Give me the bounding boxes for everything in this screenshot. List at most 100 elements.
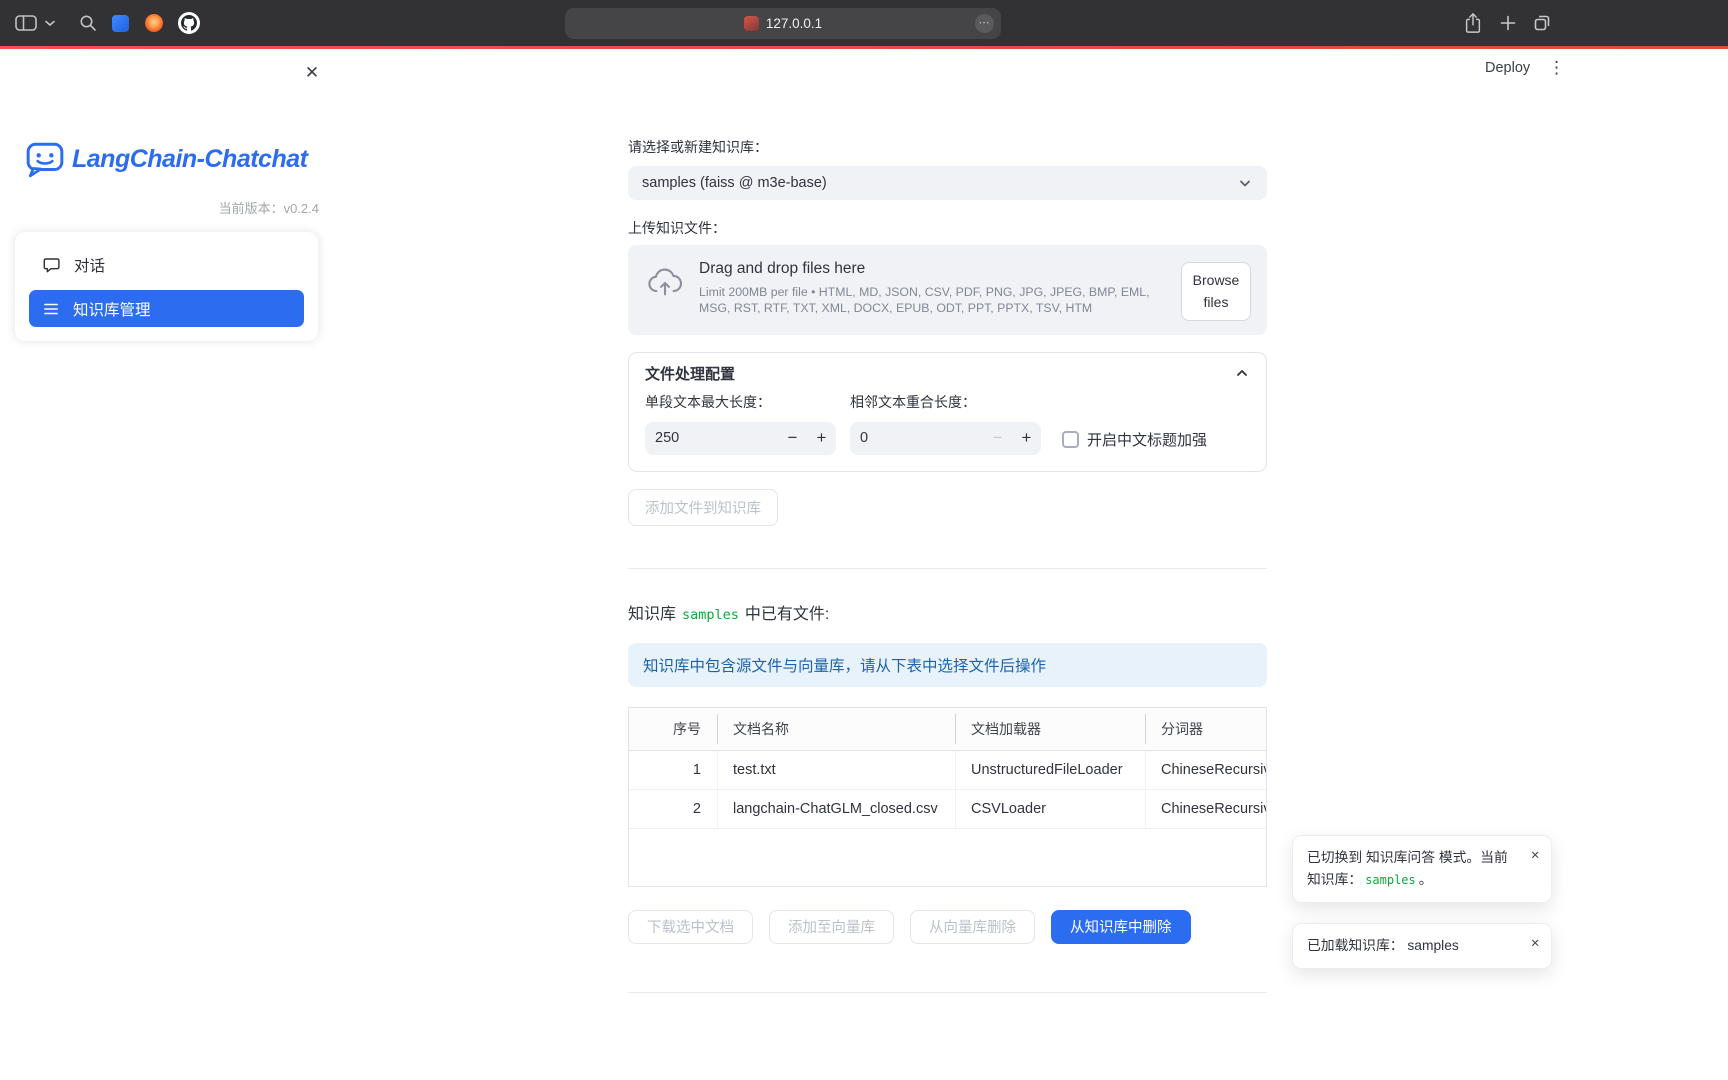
pinned-favicon-orange[interactable] xyxy=(145,0,163,46)
col-header-loader[interactable]: 文档加载器 xyxy=(955,708,1145,750)
file-config-expander: 文件处理配置 单段文本最大长度： 250 − + 相邻文本重合长度： 0 − + xyxy=(628,352,1267,472)
overlap-input[interactable]: 0 − + xyxy=(850,422,1041,455)
chevron-down-icon xyxy=(1237,175,1253,191)
toast-text: 已加载知识库： samples xyxy=(1307,938,1459,953)
sidebar: ✕ LangChain-Chatchat 当前版本：v0.2.4 对话 知识库管… xyxy=(0,49,333,1080)
deploy-button[interactable]: Deploy xyxy=(1485,60,1530,76)
action-buttons-row: 下载选中文档 添加至向量库 从向量库删除 从知识库中删除 xyxy=(628,910,1267,944)
menu-item-label: 对话 xyxy=(74,254,105,276)
kb-name-code: samples xyxy=(682,607,739,623)
address-bar[interactable]: 127.0.0.1 ⋯ xyxy=(565,8,1001,39)
checkbox-unchecked[interactable] xyxy=(1062,431,1079,448)
app-logo: LangChain-Chatchat xyxy=(25,140,307,178)
max-length-label: 单段文本最大长度： xyxy=(645,392,836,412)
site-favicon xyxy=(744,16,759,31)
checkbox-label: 开启中文标题加强 xyxy=(1087,429,1207,450)
menu-item-label: 知识库管理 xyxy=(73,298,151,320)
main-content: 请选择或新建知识库： samples (faiss @ m3e-base) 上传… xyxy=(628,49,1267,993)
table-row[interactable]: 2 langchain-ChatGLM_closed.csv CSVLoader… xyxy=(629,790,1266,829)
minus-stepper[interactable]: − xyxy=(778,422,807,455)
new-tab-icon[interactable] xyxy=(1500,0,1516,46)
sidebar-item-dialogue[interactable]: 对话 xyxy=(29,246,304,283)
add-to-vectorstore-button[interactable]: 添加至向量库 xyxy=(769,910,894,944)
dropzone-limit-text: Limit 200MB per file • HTML, MD, JSON, C… xyxy=(699,285,1181,316)
kb-selectbox[interactable]: samples (faiss @ m3e-base) xyxy=(628,166,1267,200)
info-alert: 知识库中包含源文件与向量库，请从下表中选择文件后操作 xyxy=(628,643,1267,687)
cell-index: 2 xyxy=(629,790,717,828)
chevron-down-icon[interactable] xyxy=(45,0,55,46)
github-icon[interactable] xyxy=(178,0,200,46)
col-header-docname[interactable]: 文档名称 xyxy=(717,708,955,750)
cell-splitter: ChineseRecursive xyxy=(1145,751,1266,789)
tab-overview-icon[interactable] xyxy=(1532,0,1552,46)
toast-text-suffix: 。 xyxy=(1419,872,1433,887)
table-row[interactable]: 1 test.txt UnstructuredFileLoader Chines… xyxy=(629,751,1266,790)
nav-menu: 对话 知识库管理 xyxy=(15,232,318,341)
cloud-upload-icon xyxy=(646,266,684,298)
col-header-index[interactable]: 序号 xyxy=(629,708,717,750)
list-lines-icon xyxy=(42,300,60,318)
app-header: Deploy ⋮ xyxy=(1485,58,1565,78)
url-text: 127.0.0.1 xyxy=(766,16,822,31)
toast-kb-mode-switched: 已切换到 知识库问答 模式。当前知识库：samples。 ✕ xyxy=(1292,835,1552,903)
dropzone-text: Drag and drop files here Limit 200MB per… xyxy=(699,259,1181,316)
file-dropzone[interactable]: Drag and drop files here Limit 200MB per… xyxy=(628,245,1267,335)
heading-suffix: 中已有文件: xyxy=(745,606,829,623)
logo-text: LangChain-Chatchat xyxy=(72,145,307,174)
table-header: 序号 文档名称 文档加载器 分词器 xyxy=(629,708,1266,751)
chevron-up-icon xyxy=(1234,365,1250,381)
version-label: 当前版本：v0.2.4 xyxy=(219,198,319,217)
page-settings-icon[interactable]: ⋯ xyxy=(975,14,994,33)
orange-app-icon xyxy=(145,14,163,32)
heading-prefix: 知识库 xyxy=(628,606,676,623)
blue-app-icon xyxy=(112,15,129,32)
chat-bubble-icon xyxy=(42,255,61,274)
toast-stack: 已切换到 知识库问答 模式。当前知识库：samples。 ✕ 已加载知识库： s… xyxy=(1292,835,1552,969)
expander-title: 文件处理配置 xyxy=(645,363,735,384)
overlap-label: 相邻文本重合长度： xyxy=(850,392,1041,412)
minus-stepper[interactable]: − xyxy=(983,422,1012,455)
sidebar-item-kb-management[interactable]: 知识库管理 xyxy=(29,290,304,327)
delete-from-kb-button[interactable]: 从知识库中删除 xyxy=(1051,910,1191,944)
cell-loader: UnstructuredFileLoader xyxy=(955,751,1145,789)
delete-from-vectorstore-button[interactable]: 从向量库删除 xyxy=(910,910,1035,944)
cell-index: 1 xyxy=(629,751,717,789)
max-length-value[interactable]: 250 xyxy=(645,422,778,455)
browse-files-button[interactable]: Browse files xyxy=(1181,262,1251,321)
cell-docname: test.txt xyxy=(717,751,955,789)
pinned-favicon-blue[interactable] xyxy=(112,0,129,46)
toast-kb-loaded: 已加载知识库： samples ✕ xyxy=(1292,923,1552,969)
add-files-to-kb-button[interactable]: 添加文件到知识库 xyxy=(628,489,778,526)
max-length-field-group: 单段文本最大长度： 250 − + xyxy=(645,392,836,455)
main-menu-icon[interactable]: ⋮ xyxy=(1548,58,1565,78)
search-icon[interactable] xyxy=(79,0,97,46)
kb-files-table: 序号 文档名称 文档加载器 分词器 1 test.txt Unstructure… xyxy=(628,707,1267,887)
toast-kb-code: samples xyxy=(1365,873,1416,887)
upload-label: 上传知识文件： xyxy=(628,218,1267,238)
cell-docname: langchain-ChatGLM_closed.csv xyxy=(717,790,955,828)
overlap-field-group: 相邻文本重合长度： 0 − + xyxy=(850,392,1041,455)
sidebar-toggle-icon[interactable] xyxy=(15,0,37,46)
cell-splitter: ChineseRecursive xyxy=(1145,790,1266,828)
logo-chat-icon xyxy=(25,140,65,178)
kb-select-label: 请选择或新建知识库： xyxy=(628,137,1267,157)
zh-title-enhance-checkbox-row[interactable]: 开启中文标题加强 xyxy=(1062,392,1207,455)
sidebar-close-icon[interactable]: ✕ xyxy=(300,61,324,85)
col-header-splitter[interactable]: 分词器 xyxy=(1145,708,1266,750)
download-selected-button[interactable]: 下载选中文档 xyxy=(628,910,753,944)
share-icon[interactable] xyxy=(1463,0,1483,46)
github-circle xyxy=(178,12,200,34)
browser-toolbar: 127.0.0.1 ⋯ xyxy=(0,0,1728,46)
toast-close-icon[interactable]: ✕ xyxy=(1530,847,1540,865)
expander-header[interactable]: 文件处理配置 xyxy=(629,353,1266,390)
plus-stepper[interactable]: + xyxy=(807,422,836,455)
toast-close-icon[interactable]: ✕ xyxy=(1530,935,1540,953)
kb-files-heading: 知识库 samples 中已有文件: xyxy=(628,600,1267,624)
divider xyxy=(628,992,1267,993)
kb-selected-value: samples (faiss @ m3e-base) xyxy=(642,175,827,191)
overlap-value[interactable]: 0 xyxy=(850,422,983,455)
plus-stepper[interactable]: + xyxy=(1012,422,1041,455)
divider xyxy=(628,568,1267,569)
max-length-input[interactable]: 250 − + xyxy=(645,422,836,455)
expander-body: 单段文本最大长度： 250 − + 相邻文本重合长度： 0 − + 开启中文标题… xyxy=(629,390,1266,471)
